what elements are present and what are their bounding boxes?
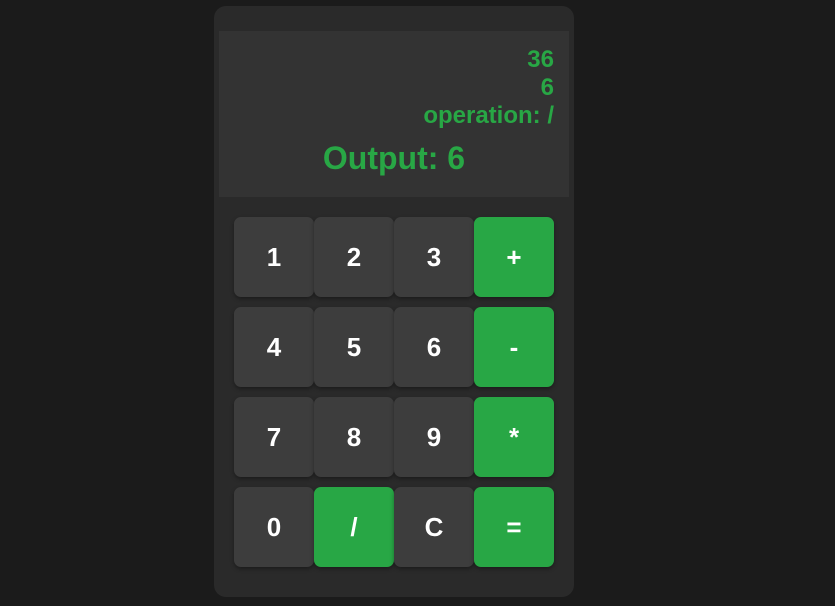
output-value: 6 (447, 140, 466, 176)
key-8[interactable]: 8 (314, 397, 394, 477)
operation-value: / (547, 102, 554, 129)
calculator: 36 6 operation: / Output: 6 1 2 3 + 4 5 … (214, 6, 574, 597)
calculator-display: 36 6 operation: / Output: 6 (219, 31, 569, 197)
key-7[interactable]: 7 (234, 397, 314, 477)
plus-button[interactable]: + (474, 217, 554, 297)
previous-operand: 36 (527, 46, 554, 73)
output-label: Output: (322, 140, 448, 176)
key-4[interactable]: 4 (234, 307, 314, 387)
key-9[interactable]: 9 (394, 397, 474, 477)
divide-button[interactable]: / (314, 487, 394, 567)
key-2[interactable]: 2 (314, 217, 394, 297)
key-5[interactable]: 5 (314, 307, 394, 387)
key-3[interactable]: 3 (394, 217, 474, 297)
key-1[interactable]: 1 (234, 217, 314, 297)
operation-label: operation: (423, 102, 548, 129)
multiply-button[interactable]: * (474, 397, 554, 477)
output-result: Output: 6 (219, 139, 569, 177)
minus-button[interactable]: - (474, 307, 554, 387)
clear-button[interactable]: C (394, 487, 474, 567)
key-0[interactable]: 0 (234, 487, 314, 567)
key-6[interactable]: 6 (394, 307, 474, 387)
operation-indicator: operation: / (423, 102, 554, 130)
current-operand: 6 (540, 74, 554, 101)
keypad: 1 2 3 + 4 5 6 - 7 8 9 * 0 / C = (234, 217, 554, 567)
equals-button[interactable]: = (474, 487, 554, 567)
